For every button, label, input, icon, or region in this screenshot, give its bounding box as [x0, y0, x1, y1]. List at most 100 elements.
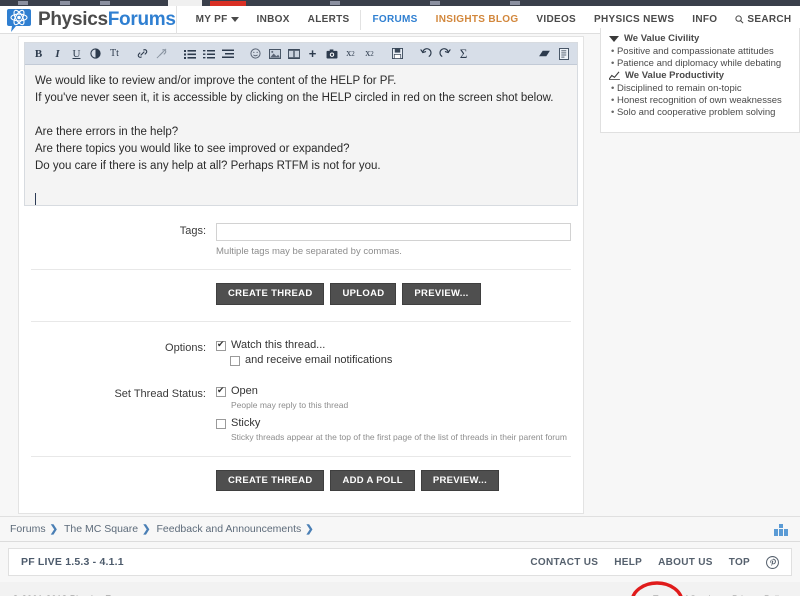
- text-color-icon[interactable]: [86, 44, 105, 63]
- editor-line: Are there errors in the help?: [35, 126, 179, 138]
- math-sigma-icon[interactable]: Σ: [454, 44, 473, 63]
- undo-icon[interactable]: [416, 44, 435, 63]
- footer-links: CONTACT US HELP ABOUT US TOP: [530, 555, 779, 569]
- status-sticky[interactable]: Sticky: [216, 417, 567, 429]
- nav-label-forums: FORUMS: [372, 14, 418, 25]
- footer-link-help[interactable]: HELP: [614, 557, 642, 568]
- checkbox-icon[interactable]: [216, 418, 226, 429]
- options-row: Options: Watch this thread... and receiv…: [19, 339, 583, 369]
- page-root: PhysicsForums MY PF INBOX ALERTS FORUMS …: [0, 0, 800, 596]
- breadcrumb-item-feedback-and-announcements[interactable]: Feedback and Announcements: [157, 523, 302, 535]
- image-icon[interactable]: [265, 44, 284, 63]
- camera-icon[interactable]: [322, 44, 341, 63]
- editor-line-blank: [35, 175, 567, 192]
- breadcrumb-item-forums[interactable]: Forums: [10, 523, 46, 535]
- media-icon[interactable]: [284, 44, 303, 63]
- nav-label-info: INFO: [692, 14, 718, 25]
- source-view-icon[interactable]: [554, 44, 573, 63]
- site-logo[interactable]: PhysicsForums: [0, 7, 176, 33]
- nav-label-insights-blog: INSIGHTS BLOG: [435, 14, 519, 25]
- smiley-icon[interactable]: [246, 44, 265, 63]
- nav-label-physics-news: PHYSICS NEWS: [594, 14, 675, 25]
- preview-button-bottom[interactable]: PREVIEW...: [420, 469, 500, 491]
- search-icon: [735, 15, 744, 24]
- nav-item-insights-blog[interactable]: INSIGHTS BLOG: [427, 14, 528, 25]
- editor-line-blank: [35, 107, 567, 124]
- breadcrumb-item-the-mc-square[interactable]: The MC Square: [64, 523, 138, 535]
- redo-icon[interactable]: [435, 44, 454, 63]
- create-thread-button[interactable]: CREATE THREAD: [216, 283, 325, 305]
- atom-speech-bubble-logo-icon: [6, 7, 32, 33]
- nav-item-videos[interactable]: VIDEOS: [527, 14, 585, 25]
- superscript-icon[interactable]: x2: [360, 44, 379, 63]
- preview-button[interactable]: PREVIEW...: [402, 283, 481, 305]
- numbered-list-icon[interactable]: [199, 44, 218, 63]
- sidebar-title-productivity: We Value Productivity: [625, 70, 725, 81]
- form-divider: [31, 269, 571, 270]
- bold-icon[interactable]: B: [29, 44, 48, 63]
- sidebar-list-item: Patience and diplomacy while debating: [611, 58, 793, 69]
- add-a-poll-button[interactable]: ADD A POLL: [330, 469, 415, 491]
- footer-link-about-us[interactable]: ABOUT US: [658, 557, 713, 568]
- options-divider: [31, 320, 571, 322]
- upload-button[interactable]: UPLOAD: [330, 283, 397, 305]
- nav-item-physics-news[interactable]: PHYSICS NEWS: [585, 14, 683, 25]
- italic-icon[interactable]: I: [48, 44, 67, 63]
- checkbox-icon[interactable]: [216, 385, 226, 397]
- font-size-icon[interactable]: Tt: [105, 44, 124, 63]
- bullet-list-icon[interactable]: [180, 44, 199, 63]
- option-label-watch-thread: Watch this thread...: [231, 338, 326, 351]
- nav-label-videos: VIDEOS: [536, 14, 577, 25]
- nav-item-my-pf[interactable]: MY PF: [187, 14, 248, 25]
- logo-word-forums: Forums: [107, 8, 176, 30]
- unlink-icon[interactable]: [152, 44, 171, 63]
- sidebar-list-item: Honest recognition of own weaknesses: [611, 95, 793, 106]
- sidebar-list-item: Solo and cooperative problem solving: [611, 107, 793, 118]
- nav-item-search[interactable]: SEARCH: [726, 14, 800, 25]
- breadcrumb-separator: ❯: [49, 523, 58, 535]
- tags-input[interactable]: [216, 223, 571, 241]
- forum-stats-icon[interactable]: [774, 524, 788, 536]
- rich-text-editor: B I U Tt + x 2 x 2 Σ We would like to re…: [24, 42, 578, 206]
- chevron-down-icon: [230, 17, 239, 22]
- link-icon[interactable]: [133, 44, 152, 63]
- logo-word-physics: Physics: [38, 8, 108, 30]
- footer-bar: PF LIVE 1.5.3 - 4.1.1 CONTACT US HELP AB…: [8, 548, 792, 576]
- pf-live-version: PF LIVE 1.5.3 - 4.1.1: [21, 556, 124, 568]
- draft-save-icon[interactable]: [388, 44, 407, 63]
- editor-line: Do you care if there is any help at all?…: [35, 160, 381, 172]
- status-open[interactable]: Open: [216, 385, 567, 397]
- nav-item-forums[interactable]: FORUMS: [363, 14, 426, 25]
- option-watch-thread[interactable]: Watch this thread...: [216, 339, 392, 351]
- breadcrumb: Forums ❯ The MC Square ❯ Feedback and An…: [0, 516, 800, 542]
- eraser-icon[interactable]: [535, 44, 554, 63]
- status-label-open: Open: [231, 384, 258, 397]
- nav-item-alerts[interactable]: ALERTS: [299, 14, 359, 25]
- bottom-button-row: CREATE THREAD ADD A POLL PREVIEW...: [19, 469, 583, 491]
- thread-status-label: Set Thread Status:: [114, 387, 206, 400]
- footer-link-contact-us[interactable]: CONTACT US: [530, 557, 598, 568]
- create-thread-button-bottom[interactable]: CREATE THREAD: [216, 469, 325, 491]
- nav-item-info[interactable]: INFO: [683, 14, 726, 25]
- indent-icon[interactable]: [218, 44, 237, 63]
- underline-icon[interactable]: U: [67, 44, 86, 63]
- nav-label-search: SEARCH: [747, 14, 792, 25]
- tags-row: Tags: Multiple tags may be separated by …: [19, 222, 583, 257]
- pinterest-icon[interactable]: [766, 555, 779, 569]
- editor-toolbar: B I U Tt + x 2 x 2 Σ: [25, 43, 577, 65]
- editor-line: Are there topics you would like to see i…: [35, 143, 350, 155]
- plus-icon[interactable]: +: [303, 44, 322, 63]
- status-hint-sticky: Sticky threads appear at the top of the …: [231, 431, 567, 442]
- nav-label-alerts: ALERTS: [307, 14, 350, 25]
- option-email-notifications[interactable]: and receive email notifications: [230, 354, 392, 366]
- triangle-down-icon: [609, 35, 619, 42]
- subscript-icon[interactable]: x2: [341, 44, 360, 63]
- thread-status-row: Set Thread Status: Open People may reply…: [19, 385, 583, 442]
- editor-content[interactable]: We would like to review and/or improve t…: [25, 65, 577, 205]
- nav-label-inbox: INBOX: [256, 14, 290, 25]
- footer-link-top[interactable]: TOP: [729, 557, 750, 568]
- nav-item-inbox[interactable]: INBOX: [248, 14, 299, 25]
- checkbox-icon[interactable]: [230, 355, 240, 366]
- sidebar-section-header-civility: We Value Civility: [609, 33, 793, 44]
- checkbox-icon[interactable]: [216, 339, 226, 351]
